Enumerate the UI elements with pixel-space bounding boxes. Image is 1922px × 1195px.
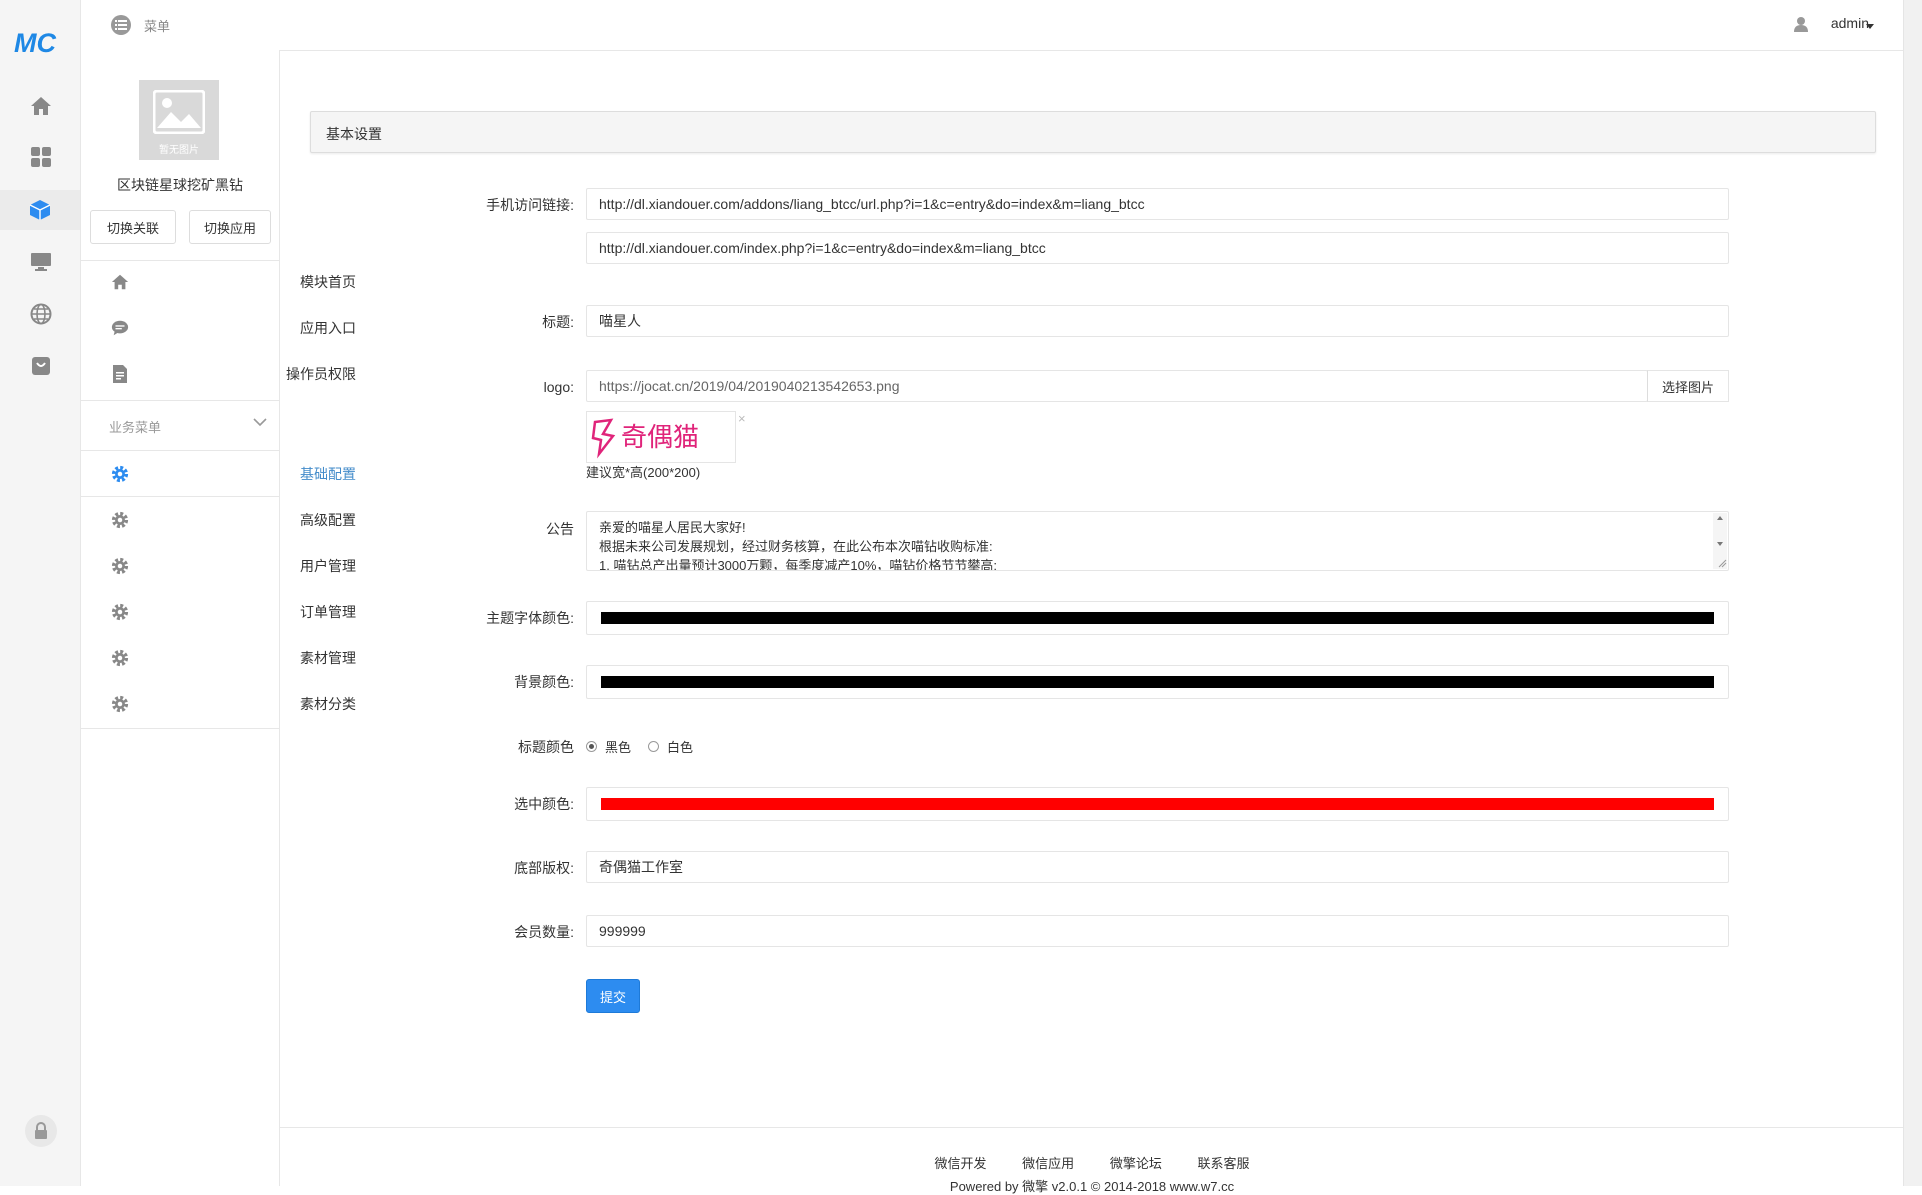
lock-icon[interactable] bbox=[25, 1115, 57, 1147]
thumbnail-caption: 暂无图片 bbox=[159, 145, 199, 156]
member-count-field[interactable]: 999999 bbox=[586, 915, 1729, 947]
logo-label: logo: bbox=[543, 379, 574, 395]
menu-icon[interactable] bbox=[111, 15, 131, 35]
document-icon bbox=[111, 365, 129, 383]
copyright-field[interactable]: 奇偶猫工作室 bbox=[586, 851, 1729, 883]
theme-font-color-label: 主题字体颜色: bbox=[486, 610, 574, 626]
gear-icon bbox=[111, 557, 129, 575]
app-thumbnail: 暂无图片 bbox=[139, 80, 219, 160]
module-sidebar: 暂无图片 区块链星球挖矿黑钻 切换关联 切换应用 模块首页 应用入口 操作员权限… bbox=[81, 50, 356, 1186]
remove-logo-icon[interactable]: × bbox=[738, 411, 746, 426]
textarea-scrollbar[interactable] bbox=[1713, 513, 1727, 569]
logo-size-hint: 建议宽*高(200*200) bbox=[586, 465, 701, 480]
footer-link[interactable]: 联系客服 bbox=[1197, 1153, 1249, 1172]
background-color-picker[interactable] bbox=[586, 665, 1729, 699]
mobile-link-field-2[interactable]: http://dl.xiandouer.com/index.php?i=1&c=… bbox=[586, 232, 1729, 264]
panel-title: 基本设置 bbox=[326, 126, 382, 142]
footer-divider bbox=[280, 1127, 1904, 1128]
footer-link[interactable]: 微信开发 bbox=[935, 1153, 987, 1172]
sidebar-item-user-management[interactable]: 用户管理 bbox=[81, 546, 356, 586]
gear-icon bbox=[111, 511, 129, 529]
switch-app-button[interactable]: 切换应用 bbox=[189, 210, 271, 244]
mobile-link-label: 手机访问链接: bbox=[486, 197, 574, 213]
divider bbox=[81, 260, 279, 261]
monitor-icon[interactable] bbox=[27, 248, 55, 276]
title-field[interactable]: 喵星人 bbox=[586, 305, 1729, 337]
selected-color-swatch bbox=[601, 798, 1714, 810]
chat-icon bbox=[111, 319, 129, 337]
user-menu[interactable]: admin bbox=[1831, 15, 1869, 31]
selected-color-label: 选中颜色: bbox=[514, 796, 574, 812]
sidebar-item-order-management[interactable]: 订单管理 bbox=[81, 592, 356, 632]
notice-line: 亲爱的喵星人居民大家好! bbox=[599, 520, 746, 535]
divider bbox=[81, 496, 279, 497]
title-label: 标题: bbox=[542, 314, 574, 330]
svg-text:奇偶猫: 奇偶猫 bbox=[621, 423, 699, 453]
main-content: 基本设置 手机访问链接: http://dl.xiandouer.com/add… bbox=[280, 51, 1904, 1194]
sidebar-item-basic-config[interactable]: 基础配置 bbox=[81, 454, 356, 494]
gear-icon bbox=[111, 649, 129, 667]
footer: 微信开发 微信应用 微擎论坛 联系客服 Powered by 微擎 v2.0.1… bbox=[280, 1153, 1904, 1195]
sidebar-item-app-entry[interactable]: 应用入口 bbox=[81, 308, 356, 348]
choose-image-button[interactable]: 选择图片 bbox=[1647, 370, 1729, 402]
notice-textarea[interactable]: 亲爱的喵星人居民大家好! 根据未来公司发展规划，经过财务核算，在此公布本次喵钻收… bbox=[586, 511, 1729, 571]
submit-button[interactable]: 提交 bbox=[586, 979, 640, 1013]
home-icon[interactable] bbox=[27, 92, 55, 120]
sidebar-item-module-home[interactable]: 模块首页 bbox=[81, 262, 356, 302]
logo-preview: 奇偶猫 bbox=[586, 411, 736, 463]
brand-logo[interactable]: MC bbox=[14, 26, 66, 58]
divider bbox=[81, 728, 279, 729]
caret-down-icon[interactable] bbox=[1866, 24, 1874, 29]
radio-label: 黑色 bbox=[605, 740, 632, 755]
copyright-label: 底部版权: bbox=[514, 860, 574, 876]
theme-font-color-picker[interactable] bbox=[586, 601, 1729, 635]
divider bbox=[81, 450, 279, 451]
theme-font-color-swatch bbox=[601, 612, 1714, 624]
radio-dot bbox=[648, 741, 659, 752]
home-icon bbox=[111, 273, 129, 291]
title-color-label: 标题颜色 bbox=[518, 739, 574, 755]
mobile-link-field-1[interactable]: http://dl.xiandouer.com/addons/liang_btc… bbox=[586, 188, 1729, 220]
switch-link-button[interactable]: 切换关联 bbox=[90, 210, 176, 244]
group-label-business-menu[interactable]: 业务菜单 bbox=[109, 417, 161, 436]
globe-icon[interactable] bbox=[27, 300, 55, 328]
svg-text:MC: MC bbox=[14, 28, 56, 58]
notice-line: 根据未来公司发展规划，经过财务核算，在此公布本次喵钻收购标准: bbox=[599, 539, 993, 554]
cube-icon[interactable] bbox=[0, 190, 80, 230]
footer-link[interactable]: 微擎论坛 bbox=[1110, 1153, 1162, 1172]
notice-line: 1. 喵钻总产出量预计3000万颗，每季度减产10%，喵钻价格节节攀高; bbox=[599, 558, 998, 571]
chevron-down-icon[interactable] bbox=[253, 418, 267, 427]
selected-color-picker[interactable] bbox=[586, 787, 1729, 821]
bag-icon[interactable] bbox=[27, 352, 55, 380]
background-color-swatch bbox=[601, 676, 1714, 688]
gear-icon bbox=[111, 603, 129, 621]
radio-dot bbox=[586, 741, 597, 752]
title-color-white-radio[interactable]: 白色 bbox=[648, 737, 693, 756]
top-bar: 菜单 admin bbox=[81, 0, 1904, 51]
app-name: 区块链星球挖矿黑钻 bbox=[117, 177, 243, 193]
menu-label[interactable]: 菜单 bbox=[144, 16, 170, 35]
gear-icon bbox=[111, 465, 129, 483]
background-color-label: 背景颜色: bbox=[514, 674, 574, 690]
notice-label: 公告 bbox=[546, 521, 574, 537]
title-color-black-radio[interactable]: 黑色 bbox=[586, 737, 631, 756]
radio-label: 白色 bbox=[667, 740, 694, 755]
icon-rail: MC bbox=[0, 0, 81, 1186]
user-icon bbox=[1793, 16, 1809, 35]
divider bbox=[81, 400, 279, 401]
image-placeholder-icon bbox=[153, 90, 205, 134]
member-count-label: 会员数量: bbox=[514, 924, 574, 940]
panel-header: 基本设置 bbox=[310, 111, 1876, 153]
sidebar-item-operator-permissions[interactable]: 操作员权限 bbox=[81, 354, 356, 394]
footer-link[interactable]: 微信应用 bbox=[1022, 1153, 1074, 1172]
sidebar-item-advanced-config[interactable]: 高级配置 bbox=[81, 500, 356, 540]
apps-icon[interactable] bbox=[27, 143, 55, 171]
sidebar-item-material-category[interactable]: 素材分类 bbox=[81, 684, 356, 724]
logo-preview-image: 奇偶猫 bbox=[591, 418, 699, 459]
page-scrollbar[interactable] bbox=[1903, 0, 1922, 1186]
sidebar-item-material-management[interactable]: 素材管理 bbox=[81, 638, 356, 678]
gear-icon bbox=[111, 695, 129, 713]
logo-url-field[interactable]: https://jocat.cn/2019/04/20190402135426​… bbox=[586, 370, 1648, 402]
